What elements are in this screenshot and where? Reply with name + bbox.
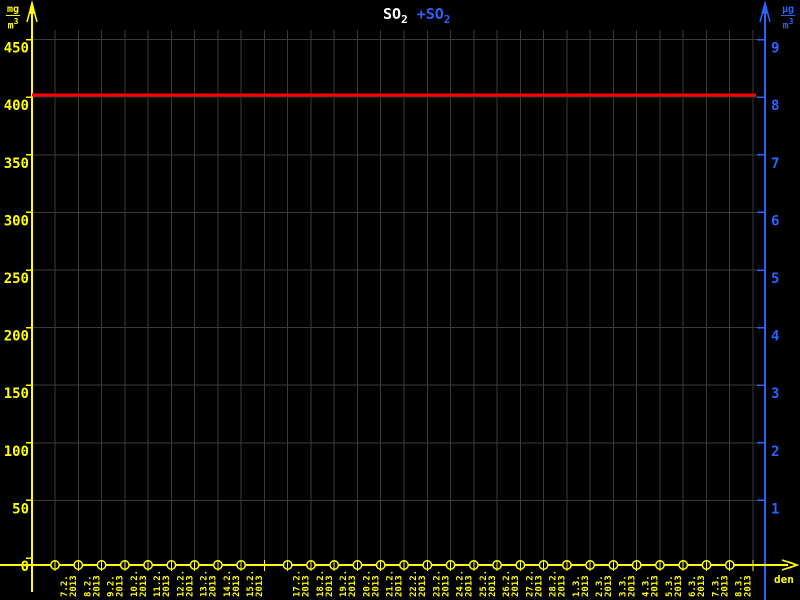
svg-text:2013: 2013: [488, 575, 498, 597]
svg-text:2013: 2013: [255, 575, 265, 597]
svg-text:2013: 2013: [581, 575, 591, 597]
x-axis-date-label: 19.2.2013: [339, 570, 358, 597]
left-axis-tick-label: 0: [21, 559, 29, 575]
x-axis-date-labels: 7.2.20138.2.2013 9.2.201310.2.201311.2.20…: [60, 570, 754, 597]
left-axis-tick-label: 200: [4, 329, 29, 345]
svg-text:2013: 2013: [371, 575, 381, 597]
left-axis-tick-label: 250: [4, 271, 29, 287]
right-axis-tick-label: 2: [771, 444, 779, 460]
left-axis-tick-label: 300: [4, 213, 29, 229]
x-axis-date-label: 20.2.2013: [362, 570, 381, 597]
svg-text:2013: 2013: [534, 575, 544, 597]
x-axis-date-label: 27.2.2013: [525, 570, 544, 597]
right-axis-tick-label: 3: [771, 386, 779, 402]
svg-text:2013: 2013: [209, 575, 219, 597]
x-axis-date-label: 7.2.2013: [60, 575, 79, 597]
svg-text:2013: 2013: [511, 575, 521, 597]
x-axis-date-label: 18.2.2013: [316, 570, 335, 597]
x-axis-date-label: 25.2.2013: [479, 570, 498, 597]
svg-text:2013: 2013: [185, 575, 195, 597]
svg-text:2013: 2013: [302, 575, 312, 597]
x-axis-date-label: 5.3.2013: [665, 575, 684, 597]
right-axis-ticks: 9 8 7 6 5 4 3 2 1: [757, 40, 779, 518]
svg-text:2013: 2013: [558, 575, 568, 597]
x-axis-date-label: 12.2.2013: [176, 570, 195, 597]
svg-text:2013: 2013: [674, 575, 684, 597]
x-axis-date-label: 22.2.2013: [409, 570, 428, 597]
right-axis-tick-label: 7: [771, 156, 779, 172]
x-axis-date-label: 24.2.2013: [456, 570, 475, 597]
left-axis-tick-label: 350: [4, 156, 29, 172]
svg-text:2013: 2013: [395, 575, 405, 597]
x-axis-date-label: 3.3.2013: [618, 575, 637, 597]
svg-text:2013: 2013: [69, 575, 79, 597]
right-axis-tick-label: 6: [771, 213, 779, 229]
x-axis-date-label: 11.2.2013: [153, 570, 172, 597]
x-axis-date-label: 2.3.2013: [595, 575, 614, 597]
x-axis-date-label: 15.2.2013: [246, 570, 265, 597]
svg-text:2013: 2013: [441, 575, 451, 597]
svg-text:2013: 2013: [651, 575, 661, 597]
x-axis-date-label: 23.2.2013: [432, 570, 451, 597]
svg-text:2013: 2013: [627, 575, 637, 597]
svg-text:2013: 2013: [116, 575, 126, 597]
svg-text:2013: 2013: [139, 575, 149, 597]
svg-text:2013: 2013: [162, 575, 172, 597]
x-axis-date-label: 6.3.2013: [688, 575, 707, 597]
x-axis-date-label: 14.2.2013: [223, 570, 242, 597]
svg-text:2013: 2013: [325, 575, 335, 597]
svg-text:2013: 2013: [92, 575, 102, 597]
left-axis-tick-label: 50: [12, 501, 29, 517]
right-axis-tick-label: 8: [771, 98, 779, 114]
left-axis-tick-label: 450: [4, 41, 29, 57]
x-axis-date-label: 13.2.2013: [200, 570, 219, 597]
x-axis-date-label: 8.3.2013: [735, 575, 754, 597]
x-axis-date-label: 17.2.2013: [293, 570, 312, 597]
axes: [0, 3, 788, 600]
svg-text:2013: 2013: [348, 575, 358, 597]
svg-text:2013: 2013: [465, 575, 475, 597]
x-axis-date-label: 8.2.2013: [83, 575, 102, 597]
svg-text:2013: 2013: [744, 575, 754, 597]
right-axis-tick-label: 9: [771, 41, 779, 57]
x-axis-date-label: 26.2.2013: [502, 570, 521, 597]
plot-area: 4504003503002502001501005009876543217.2.…: [0, 0, 800, 600]
left-axis-tick-label: 400: [4, 98, 29, 114]
so2-concentration-chart: SO2+SO2 mg m3 µg m3 den 4504003503002502…: [0, 0, 800, 600]
svg-text:2013: 2013: [720, 575, 730, 597]
x-axis-date-label: 28.2.2013: [549, 570, 568, 597]
right-axis-tick-label: 1: [771, 501, 779, 517]
svg-text:2013: 2013: [418, 575, 428, 597]
x-axis-date-label: 4.3.2013: [642, 575, 661, 597]
x-axis-date-label: 10.2.2013: [130, 570, 149, 597]
gridlines: [33, 30, 764, 564]
right-axis-tick-label: 5: [771, 271, 779, 287]
x-axis-date-label: 21.2.2013: [386, 570, 405, 597]
left-axis-tick-label: 150: [4, 386, 29, 402]
svg-text:2013: 2013: [604, 575, 614, 597]
x-axis-date-label: 7.3.2013: [711, 575, 730, 597]
right-axis-tick-label: 4: [771, 329, 779, 345]
svg-text:2013: 2013: [232, 575, 242, 597]
svg-text:2013: 2013: [697, 575, 707, 597]
x-axis-date-label: 9.2.2013: [107, 575, 126, 597]
left-axis-ticks: 450 400 350 300 250 200 150 100 50 0: [4, 40, 33, 575]
x-axis-date-label: 1.3.2013: [572, 575, 591, 597]
left-axis-tick-label: 100: [4, 444, 29, 460]
axis-arrows: [27, 3, 797, 570]
